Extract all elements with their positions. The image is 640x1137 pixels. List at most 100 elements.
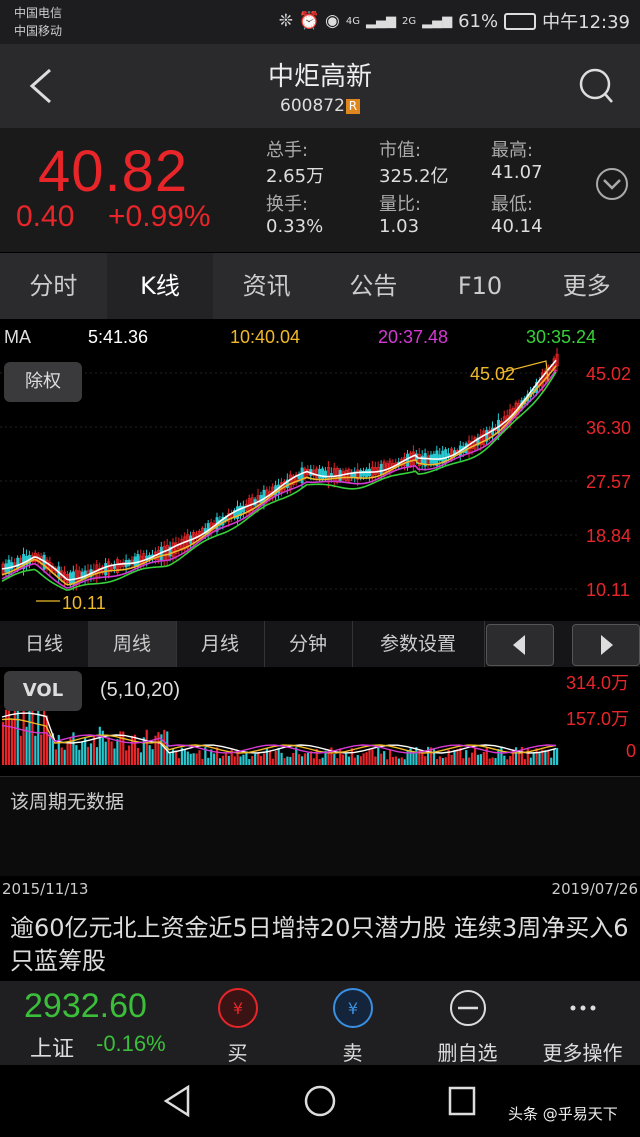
volume-chart[interactable]: VOL (5,10,20) 314.0万 157.0万 0 — [0, 667, 640, 767]
volume-bar — [298, 754, 301, 765]
sell-button[interactable]: ¥ 卖 — [295, 987, 410, 1066]
tab-announcements[interactable]: 公告 — [320, 253, 427, 319]
period-minute[interactable]: 分钟 — [264, 621, 353, 667]
volume-bar — [257, 753, 260, 765]
volume-bar — [465, 750, 468, 765]
volume-bar — [254, 753, 257, 765]
kline-chart[interactable]: MA 5:41.36 10:40.04 20:37.48 30:35.24 除权… — [0, 319, 640, 621]
volume-bar — [60, 747, 63, 765]
volume-bar — [388, 749, 392, 765]
scroll-right-button[interactable] — [572, 624, 640, 666]
ma5-value: 5:41.36 — [88, 327, 149, 347]
main-tabs: 分时 K线 资讯 公告 F10 更多 — [0, 253, 640, 319]
price-change: 0.40 — [16, 200, 75, 233]
ma-line — [1, 359, 557, 581]
period-week[interactable]: 周线 — [88, 621, 177, 667]
low-marker-label: 10.11 — [62, 593, 106, 613]
volume-bar — [473, 748, 477, 765]
volume-bar — [289, 756, 292, 765]
volume-bar — [497, 749, 500, 765]
no-data-text: 该周期无数据 — [10, 791, 125, 813]
vol-params: (5,10,20) — [100, 679, 181, 701]
volume-bar — [380, 753, 383, 765]
search-button[interactable] — [576, 64, 616, 112]
more-actions-button[interactable]: 更多操作 — [525, 987, 640, 1066]
field-value: 1.03 — [379, 216, 420, 237]
volume-bar — [116, 739, 119, 765]
field-label: 最高: — [491, 140, 534, 161]
volume-bar — [63, 749, 66, 765]
volume-bar — [66, 741, 69, 765]
volume-bar — [529, 757, 532, 765]
remove-watchlist-button[interactable]: 删自选 — [410, 987, 525, 1066]
volume-bar — [98, 726, 101, 765]
nav-home-button[interactable] — [302, 1083, 338, 1123]
buy-button[interactable]: ¥ 买 — [180, 987, 295, 1066]
volume-bar — [89, 743, 93, 765]
nav-recents-button[interactable] — [444, 1083, 480, 1123]
triangle-left-icon — [513, 635, 525, 655]
ma-label: MA — [4, 327, 31, 347]
volume-bar — [556, 747, 559, 765]
volume-bar — [391, 757, 395, 765]
y-tick: 18.84 — [586, 526, 632, 546]
volume-bar — [400, 757, 403, 765]
battery-icon — [504, 12, 537, 30]
volume-bar — [286, 756, 289, 765]
index-ticker[interactable]: 2932.60 上证 -0.16% — [0, 981, 180, 1065]
volume-bar — [25, 726, 28, 765]
volume-bar — [34, 735, 37, 765]
volume-bar — [81, 742, 84, 765]
tab-timeshare[interactable]: 分时 — [0, 253, 107, 319]
volume-bar — [262, 753, 266, 765]
volume-bar — [186, 751, 189, 765]
date-range: 2015/11/13 2019/07/26 — [0, 876, 640, 902]
stock-code: 600872 — [280, 96, 345, 116]
volume-bar — [265, 747, 269, 765]
scroll-left-button[interactable] — [486, 624, 554, 666]
signal-icon: ▂▄▆ — [365, 13, 396, 29]
cart-yen-icon: ¥ — [332, 988, 373, 1028]
volume-bar — [125, 750, 128, 765]
volume-bar — [356, 755, 359, 765]
volume-bar — [312, 758, 315, 765]
param-settings[interactable]: 参数设置 — [352, 621, 485, 667]
volume-bar — [78, 749, 81, 765]
more-dots-icon — [570, 1005, 595, 1011]
bottom-action-bar: 2932.60 上证 -0.16% ¥ 买 ¥ 卖 删自选 更多操作 — [0, 981, 640, 1065]
vol-indicator-button[interactable]: VOL — [4, 671, 82, 711]
vol-y-tick: 0 — [626, 741, 637, 761]
period-month[interactable]: 月线 — [176, 621, 265, 667]
vol-y-tick: 314.0万 — [566, 673, 630, 693]
field-value: 2.65万 — [266, 166, 325, 187]
period-day[interactable]: 日线 — [0, 621, 89, 667]
volume-bar — [450, 754, 453, 765]
tab-f10[interactable]: F10 — [427, 253, 534, 319]
status-bar: 中国电信 中国移动 ❊ ⏰ ◉ 4G ▂▄▆ 2G ▂▄▆ 61% 中午12:3… — [0, 0, 640, 44]
news-headline[interactable]: 逾60亿元北上资金近5日增持20只潜力股 连续3周净买入6只蓝筹股 — [10, 912, 630, 978]
volume-bar — [491, 757, 494, 765]
volume-bar — [280, 752, 283, 765]
header: 中炬高新 600872 R — [0, 44, 640, 128]
ma10-value: 10:40.04 — [230, 327, 301, 347]
volume-bar — [248, 759, 251, 765]
tab-more[interactable]: 更多 — [533, 253, 640, 319]
y-tick: 36.30 — [586, 418, 632, 438]
volume-bar — [503, 755, 506, 765]
volume-bar — [57, 734, 60, 765]
expand-quote-button[interactable] — [594, 166, 630, 206]
volume-bar — [183, 749, 186, 765]
tab-news[interactable]: 资讯 — [213, 253, 320, 319]
nav-back-button[interactable] — [160, 1083, 196, 1123]
volume-bar — [347, 756, 351, 765]
volume-bar — [535, 748, 538, 765]
volume-bar — [259, 755, 263, 765]
tab-kline[interactable]: K线 — [106, 253, 214, 319]
volume-bar — [394, 756, 397, 765]
restore-rights-button[interactable]: 除权 — [4, 362, 82, 402]
candle-body — [71, 571, 75, 585]
volume-bar — [110, 741, 113, 765]
candle-body — [420, 455, 424, 465]
volume-bar — [104, 741, 107, 765]
volume-bar — [368, 748, 371, 765]
